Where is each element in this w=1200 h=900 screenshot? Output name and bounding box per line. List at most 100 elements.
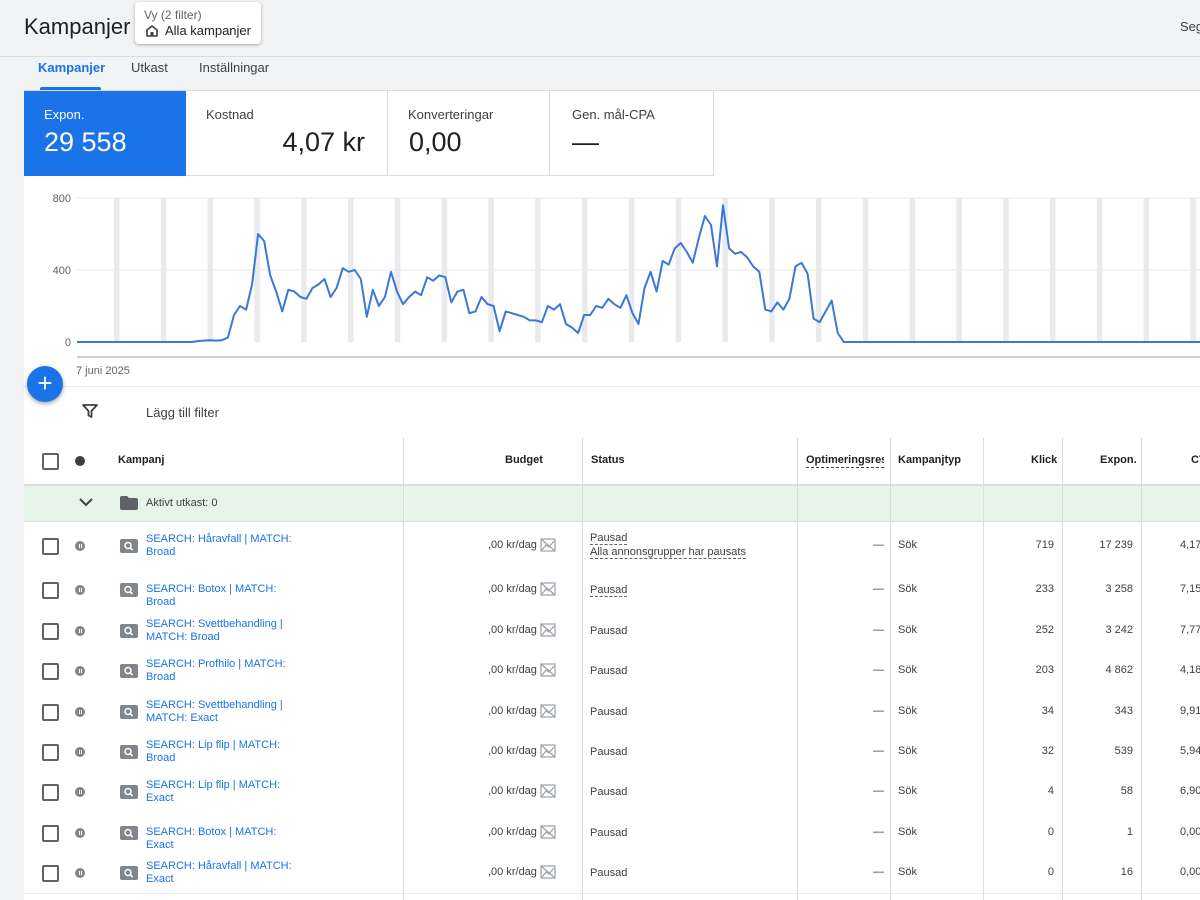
budget-cell[interactable]: ,00 kr/dag [488,582,556,596]
row-checkbox[interactable] [42,744,59,761]
status-cell[interactable]: Pausad [590,705,627,719]
filter-icon[interactable] [82,404,98,418]
paused-status-icon [75,585,85,595]
budget-cell[interactable]: ,00 kr/dag [488,622,556,637]
budget-cell[interactable]: ,00 kr/dag [488,744,556,758]
status-cell[interactable]: Pausad [590,664,627,678]
table-row[interactable]: SEARCH: Lip flip | MATCH: Exact ,00 kr/d… [24,772,1200,813]
column-header-status[interactable]: Status [591,454,625,466]
status-cell[interactable]: Pausad [590,583,628,597]
ctr-value: 7,15 [1180,583,1200,595]
row-checkbox[interactable] [42,622,59,640]
budget-chart-icon[interactable] [540,703,556,718]
campaign-type: Sök [898,745,917,757]
budget-value: ,00 kr/dag [488,583,537,595]
campaign-name-link[interactable]: SEARCH: Botox | MATCH: Broad [146,583,296,609]
budget-value: ,00 kr/dag [488,745,537,757]
optimization-score: — [873,785,884,797]
tab-settings[interactable]: Inställningar [199,60,269,75]
table-row[interactable]: SEARCH: Profhilo | MATCH: Broad ,00 kr/d… [24,651,1200,692]
clicks-value: 4 [1047,785,1054,797]
row-checkbox[interactable] [42,784,59,801]
paused-status-icon [75,827,85,838]
tab-drafts[interactable]: Utkast [131,60,168,75]
row-checkbox[interactable] [42,824,59,842]
budget-cell[interactable]: ,00 kr/dag [488,663,556,677]
campaign-name-link[interactable]: SEARCH: Lip flip | MATCH: Broad [146,739,296,765]
budget-chart-icon[interactable] [540,865,556,879]
column-header-clicks[interactable]: Klick [1031,454,1057,466]
column-header-optimization[interactable]: Optimeringsresultat [806,454,884,468]
ctr-value: 0,00 [1180,825,1200,838]
status-text: Pausad [590,705,628,718]
table-row[interactable]: SEARCH: Svettbehandling | MATCH: Broad ,… [24,610,1200,652]
segment-button[interactable]: Seg [1180,19,1200,34]
table-row[interactable]: SEARCH: Håravfall | MATCH: Broad ,00 kr/… [24,522,1200,571]
paused-status-icon [75,787,85,797]
row-checkbox[interactable] [42,582,59,599]
budget-cell[interactable]: ,00 kr/dag [488,703,556,718]
budget-chart-icon[interactable] [540,663,556,677]
scorecard-cost[interactable]: Kostnad 4,07 kr [186,91,388,176]
scorecard-conversions[interactable]: Konverteringar 0,00 [388,91,550,176]
row-checkbox[interactable] [42,703,59,721]
budget-chart-icon[interactable] [540,784,556,798]
chevron-down-icon[interactable] [79,497,93,507]
row-checkbox[interactable] [42,538,59,555]
table-row[interactable]: SEARCH: Botox | MATCH: Exact ,00 kr/dag … [24,812,1200,854]
search-campaign-icon [120,745,138,759]
add-filter-link[interactable]: Lägg till filter [146,405,219,420]
column-divider [890,438,891,900]
column-header-impressions[interactable]: Expon. [1100,454,1137,466]
row-checkbox[interactable] [42,663,59,680]
view-selector[interactable]: Vy (2 filter) Alla kampanjer [135,2,261,44]
campaign-name-link[interactable]: SEARCH: Håravfall | MATCH: Broad [146,533,296,559]
budget-chart-icon[interactable] [540,582,556,596]
campaign-table: Kampanj Budget Status Optimeringsresulta… [24,438,1200,900]
status-cell[interactable]: Pausad [590,826,627,840]
budget-chart-icon[interactable] [540,538,556,552]
status-cell[interactable]: Pausad [590,785,627,799]
campaign-name-link[interactable]: SEARCH: Svettbehandling | MATCH: Exact [146,699,296,725]
budget-cell[interactable]: ,00 kr/dag [488,865,556,879]
y-tick-label: 400 [53,265,71,277]
home-icon [146,24,158,37]
budget-chart-icon[interactable] [540,622,556,637]
scorecard-label: Expon. [44,107,85,122]
column-header-campaign[interactable]: Kampanj [118,454,164,466]
table-row[interactable]: SEARCH: Lip flip | MATCH: Broad ,00 kr/d… [24,732,1200,773]
table-row[interactable]: SEARCH: Håravfall | MATCH: Exact ,00 kr/… [24,853,1200,894]
select-all-checkbox[interactable] [42,453,59,470]
column-header-type[interactable]: Kampanjtyp [898,454,961,466]
column-header-budget[interactable]: Budget [505,454,543,466]
tab-campaigns[interactable]: Kampanjer [38,60,105,75]
budget-value: ,00 kr/dag [488,623,537,636]
campaign-type: Sök [898,623,917,636]
budget-chart-icon[interactable] [540,824,556,839]
campaign-name-link[interactable]: SEARCH: Håravfall | MATCH: Exact [146,860,296,886]
table-row[interactable]: SEARCH: Svettbehandling | MATCH: Exact ,… [24,691,1200,733]
budget-value: ,00 kr/dag [488,664,537,676]
row-checkbox[interactable] [42,865,59,882]
campaign-name-link[interactable]: SEARCH: Profhilo | MATCH: Broad [146,658,296,684]
campaign-type: Sök [898,866,917,878]
status-cell[interactable]: Pausad [590,745,627,759]
add-campaign-button[interactable]: + [27,366,63,402]
scorecard-label: Kostnad [206,107,254,122]
campaign-name-link[interactable]: SEARCH: Lip flip | MATCH: Exact [146,779,296,805]
status-cell[interactable]: Pausad Alla annonsgrupper har pausats [590,531,746,559]
column-header-ctr[interactable]: CTR [1191,454,1200,466]
scorecard-impressions[interactable]: Expon. 29 558 [24,91,186,176]
budget-cell[interactable]: ,00 kr/dag [488,538,556,552]
draft-group-row[interactable]: Aktivt utkast: 0 [24,486,1200,522]
filter-bar: Lägg till filter [24,386,1200,439]
budget-chart-icon[interactable] [540,744,556,758]
status-cell[interactable]: Pausad [590,866,627,880]
scorecard-cpa[interactable]: Gen. mål-CPA — [550,91,714,176]
campaign-name-link[interactable]: SEARCH: Botox | MATCH: Exact [146,826,296,852]
status-cell[interactable]: Pausad [590,624,627,638]
campaign-name-link[interactable]: SEARCH: Svettbehandling | MATCH: Broad [146,618,296,644]
budget-cell[interactable]: ,00 kr/dag [488,784,556,798]
budget-cell[interactable]: ,00 kr/dag [488,824,556,839]
table-row[interactable]: SEARCH: Botox | MATCH: Broad ,00 kr/dag … [24,570,1200,611]
